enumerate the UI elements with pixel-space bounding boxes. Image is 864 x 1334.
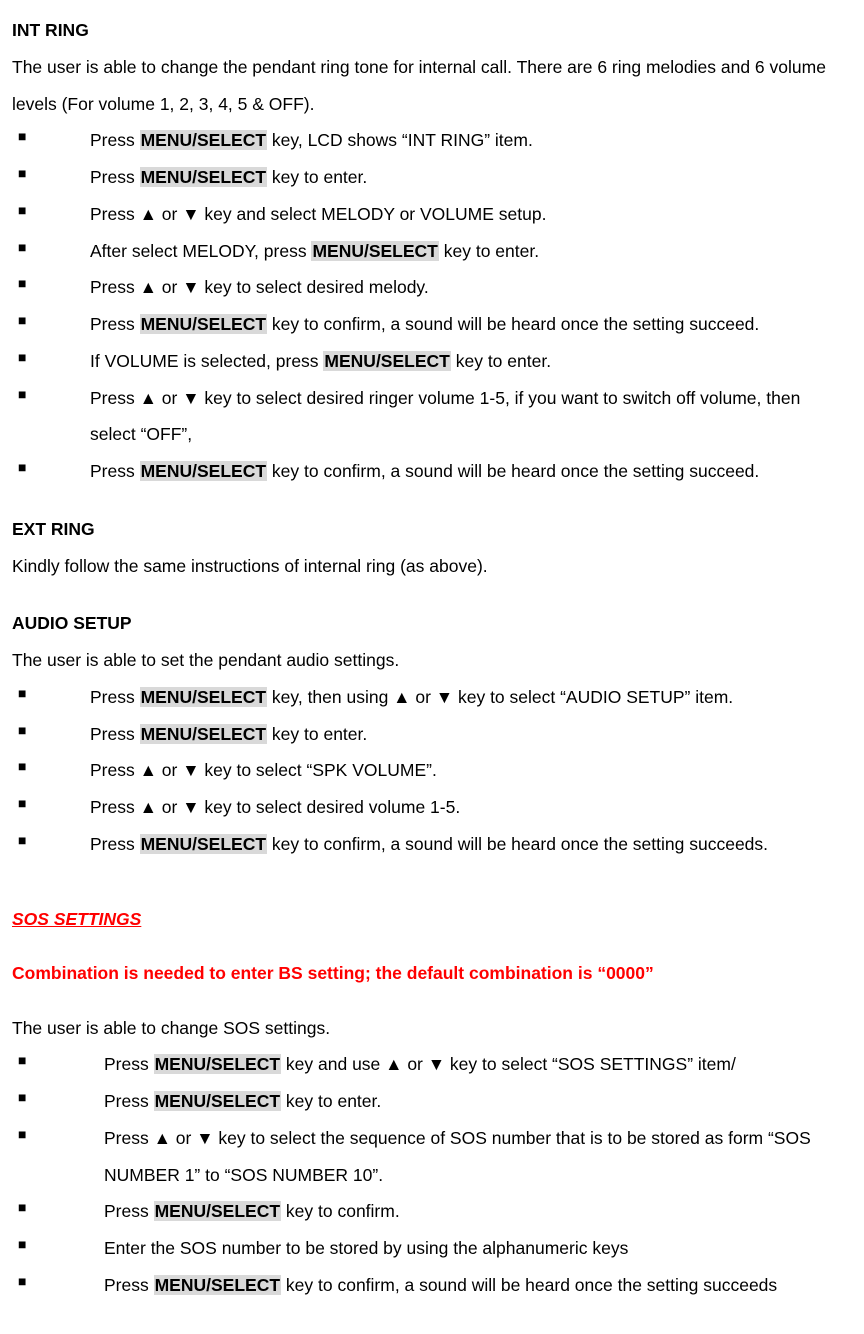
list-item: Press MENU/SELECT key to confirm, a soun… (12, 453, 844, 490)
menu-select-key: MENU/SELECT (140, 130, 267, 150)
list-item: If VOLUME is selected, press MENU/SELECT… (12, 343, 844, 380)
menu-select-key: MENU/SELECT (140, 314, 267, 334)
int-ring-heading: INT RING (12, 12, 844, 49)
sos-subtitle: Combination is needed to enter BS settin… (12, 955, 844, 992)
list-item: Press ▲ or ▼ key to select desired volum… (12, 789, 844, 826)
list-item: Press ▲ or ▼ key to select “SPK VOLUME”. (12, 752, 844, 789)
list-item: After select MELODY, press MENU/SELECT k… (12, 233, 844, 270)
menu-select-key: MENU/SELECT (323, 351, 450, 371)
audio-setup-heading: AUDIO SETUP (12, 605, 844, 642)
list-item: Press MENU/SELECT key to enter. (12, 159, 844, 196)
menu-select-key: MENU/SELECT (140, 167, 267, 187)
menu-select-key: MENU/SELECT (311, 241, 438, 261)
list-item: Press MENU/SELECT key and use ▲ or ▼ key… (12, 1046, 844, 1083)
audio-setup-list: Press MENU/SELECT key, then using ▲ or ▼… (12, 679, 844, 863)
ext-ring-body: Kindly follow the same instructions of i… (12, 548, 844, 585)
list-item: Press MENU/SELECT key to confirm, a soun… (12, 1267, 844, 1304)
list-item: Enter the SOS number to be stored by usi… (12, 1230, 844, 1267)
sos-intro: The user is able to change SOS settings. (12, 1010, 844, 1047)
menu-select-key: MENU/SELECT (140, 461, 267, 481)
menu-select-key: MENU/SELECT (154, 1091, 281, 1111)
list-item: Press ▲ or ▼ key to select the sequence … (12, 1120, 844, 1194)
audio-setup-intro: The user is able to set the pendant audi… (12, 642, 844, 679)
sos-title: SOS SETTINGS (12, 901, 844, 938)
list-item: Press MENU/SELECT key to confirm. (12, 1193, 844, 1230)
menu-select-key: MENU/SELECT (140, 834, 267, 854)
list-item: Press MENU/SELECT key to confirm, a soun… (12, 306, 844, 343)
list-item: Press MENU/SELECT key, LCD shows “INT RI… (12, 122, 844, 159)
list-item: Press MENU/SELECT key to enter. (12, 1083, 844, 1120)
sos-list: Press MENU/SELECT key and use ▲ or ▼ key… (12, 1046, 844, 1303)
list-item: Press ▲ or ▼ key and select MELODY or VO… (12, 196, 844, 233)
menu-select-key: MENU/SELECT (154, 1201, 281, 1221)
menu-select-key: MENU/SELECT (154, 1275, 281, 1295)
list-item: Press MENU/SELECT key to confirm, a soun… (12, 826, 844, 863)
list-item: Press ▲ or ▼ key to select desired ringe… (12, 380, 844, 454)
int-ring-list: Press MENU/SELECT key, LCD shows “INT RI… (12, 122, 844, 490)
menu-select-key: MENU/SELECT (154, 1054, 281, 1074)
int-ring-intro: The user is able to change the pendant r… (12, 49, 844, 123)
menu-select-key: MENU/SELECT (140, 687, 267, 707)
ext-ring-heading: EXT RING (12, 511, 844, 548)
list-item: Press MENU/SELECT key to enter. (12, 716, 844, 753)
list-item: Press MENU/SELECT key, then using ▲ or ▼… (12, 679, 844, 716)
menu-select-key: MENU/SELECT (140, 724, 267, 744)
list-item: Press ▲ or ▼ key to select desired melod… (12, 269, 844, 306)
